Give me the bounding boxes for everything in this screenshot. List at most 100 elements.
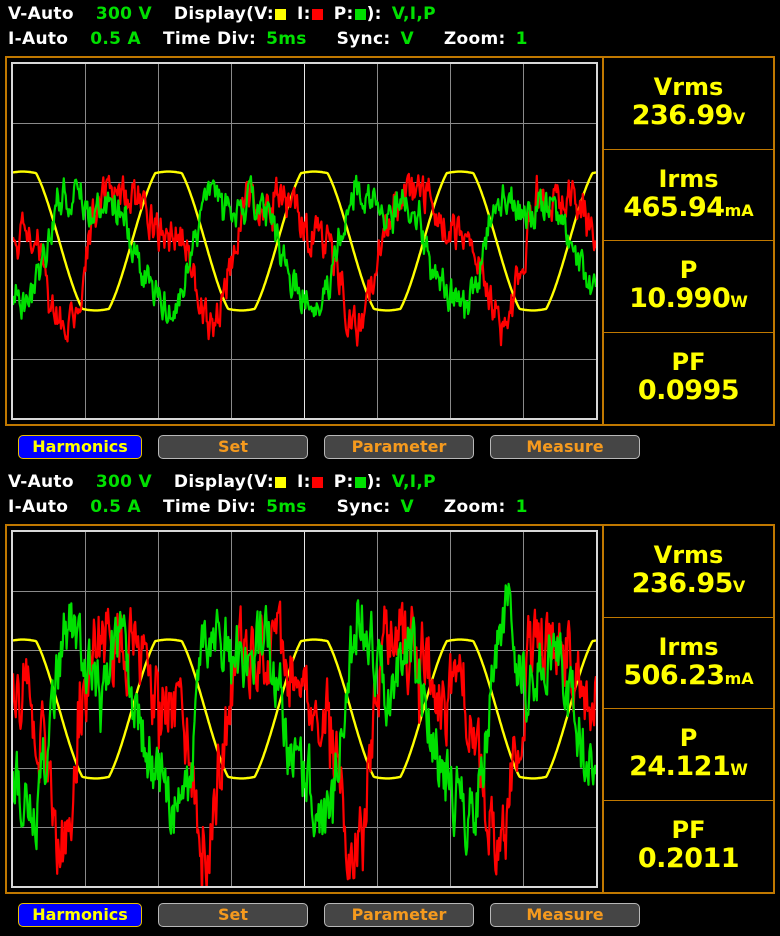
measurement-readouts-1: Vrms 236.99V Irms 465.94mA P 10.990W PF …	[602, 58, 773, 424]
display-label: Display(	[173, 472, 255, 492]
readout-number: 24.121	[629, 751, 731, 783]
i-range-value: 0.5 A	[90, 29, 141, 49]
panel-1-header-row-2: I-Auto 0.5 A Time Div: 5ms Sync: V Zoom: 1	[8, 27, 780, 52]
voltage-color-swatch-icon	[274, 9, 286, 20]
panel-1-button-bar: Harmonics Set Parameter Measure	[0, 432, 780, 462]
readout-p-2: P 24.121W	[604, 709, 773, 801]
readout-unit: V	[732, 109, 746, 129]
readout-value: 506.23mA	[623, 660, 753, 691]
waveform-graph-1[interactable]	[11, 62, 598, 420]
readout-label: Vrms	[653, 73, 724, 102]
v-range-value: 300 V	[95, 472, 152, 492]
parameter-button[interactable]: Parameter	[324, 903, 474, 927]
readout-unit: W	[730, 760, 748, 780]
measure-button[interactable]: Measure	[490, 903, 640, 927]
i-auto-label: I-Auto	[8, 497, 69, 517]
readout-label: Irms	[658, 632, 719, 661]
time-div-label: Time Div:	[162, 497, 257, 517]
readout-label: Irms	[658, 164, 719, 193]
readout-label: PF	[671, 348, 706, 377]
waveform-grid-1	[13, 64, 596, 418]
readout-value: 236.99V	[632, 100, 746, 131]
v-range-value: 300 V	[95, 4, 152, 24]
readout-number: 236.95	[631, 568, 734, 600]
readout-irms-1: Irms 465.94mA	[604, 149, 773, 241]
power-color-swatch-icon	[354, 477, 366, 488]
voltage-color-swatch-icon	[274, 477, 286, 488]
waveform-traces-1	[13, 170, 596, 347]
panel-1-header: V-Auto 300 V Display(V: I: P:): V,I,P I-Auto 0…	[0, 0, 780, 52]
zoom-label: Zoom:	[443, 497, 506, 517]
panel-2-frame: Vrms 236.95V Irms 506.23mA P 24.121W PF …	[5, 524, 775, 894]
readout-unit: mA	[724, 200, 754, 220]
display-p-label: P:	[333, 472, 354, 492]
panel-2-header-row-2: I-Auto 0.5 A Time Div: 5ms Sync: V Zoom: 1	[8, 495, 780, 520]
readout-number: 465.94	[623, 191, 725, 223]
time-div-value: 5ms	[266, 29, 307, 49]
readout-label: PF	[671, 816, 706, 845]
panel-1-frame: Vrms 236.99V Irms 465.94mA P 10.990W PF …	[5, 56, 775, 426]
panel-2-header-row-1: V-Auto 300 V Display(V: I: P:): V,I,P	[8, 470, 780, 495]
display-close-paren: ):	[366, 472, 382, 492]
readout-vrms-1: Vrms 236.99V	[604, 58, 773, 150]
sync-label: Sync:	[336, 29, 391, 49]
readout-label: P	[679, 724, 698, 753]
readout-pf-2: PF 0.2011	[604, 800, 773, 892]
power-color-swatch-icon	[354, 9, 366, 20]
set-button[interactable]: Set	[158, 903, 308, 927]
readout-number: 0.2011	[637, 843, 740, 875]
measurement-readouts-2: Vrms 236.95V Irms 506.23mA P 24.121W PF …	[602, 526, 773, 892]
waveform-graph-2[interactable]	[11, 530, 598, 888]
display-v-label: V:	[254, 472, 274, 492]
i-auto-label: I-Auto	[8, 29, 69, 49]
power-analyzer-screen: V-Auto 300 V Display(V: I: P:): V,I,P I-Auto 0…	[0, 0, 780, 936]
readout-number: 10.990	[629, 283, 731, 315]
readout-number: 506.23	[623, 659, 725, 691]
readout-number: 0.0995	[637, 375, 740, 407]
sync-value: V	[400, 497, 414, 517]
display-i-label: I:	[296, 472, 311, 492]
zoom-label: Zoom:	[443, 29, 506, 49]
set-button[interactable]: Set	[158, 435, 308, 459]
v-auto-label: V-Auto	[8, 4, 74, 24]
readout-value: 10.990W	[629, 283, 748, 314]
measure-button[interactable]: Measure	[490, 435, 640, 459]
readout-value: 0.0995	[637, 375, 740, 407]
readout-label: P	[679, 256, 698, 285]
readout-pf-1: PF 0.0995	[604, 332, 773, 424]
display-p-label: P:	[333, 4, 354, 24]
readout-value: 24.121W	[629, 751, 748, 782]
readout-value: 465.94mA	[623, 192, 753, 223]
sync-value: V	[400, 29, 414, 49]
display-active-channels: V,I,P	[391, 4, 436, 24]
readout-value: 236.95V	[632, 568, 746, 599]
waveform-traces-2	[13, 582, 596, 886]
readout-unit: mA	[724, 668, 754, 688]
readout-number: 236.99	[631, 100, 734, 132]
readout-irms-2: Irms 506.23mA	[604, 617, 773, 709]
current-color-swatch-icon	[311, 9, 323, 20]
readout-unit: W	[730, 292, 748, 312]
v-auto-label: V-Auto	[8, 472, 74, 492]
readout-label: Vrms	[653, 541, 724, 570]
time-div-value: 5ms	[266, 497, 307, 517]
display-i-label: I:	[296, 4, 311, 24]
readout-vrms-2: Vrms 236.95V	[604, 526, 773, 618]
display-active-channels: V,I,P	[391, 472, 436, 492]
panel-1-header-row-1: V-Auto 300 V Display(V: I: P:): V,I,P	[8, 2, 780, 27]
measurement-panel-1: V-Auto 300 V Display(V: I: P:): V,I,P I-Auto 0…	[0, 0, 780, 468]
current-color-swatch-icon	[311, 477, 323, 488]
panel-2-header: V-Auto 300 V Display(V: I: P:): V,I,P I-Auto 0…	[0, 468, 780, 520]
harmonics-button[interactable]: Harmonics	[18, 435, 142, 459]
sync-label: Sync:	[336, 497, 391, 517]
measurement-panel-2: V-Auto 300 V Display(V: I: P:): V,I,P I-Auto 0…	[0, 468, 780, 936]
zoom-value: 1	[515, 497, 528, 517]
readout-unit: V	[732, 577, 746, 597]
waveform-grid-2	[13, 532, 596, 886]
readout-value: 0.2011	[637, 843, 740, 875]
display-v-label: V:	[254, 4, 274, 24]
display-close-paren: ):	[366, 4, 382, 24]
harmonics-button[interactable]: Harmonics	[18, 903, 142, 927]
readout-p-1: P 10.990W	[604, 241, 773, 333]
parameter-button[interactable]: Parameter	[324, 435, 474, 459]
